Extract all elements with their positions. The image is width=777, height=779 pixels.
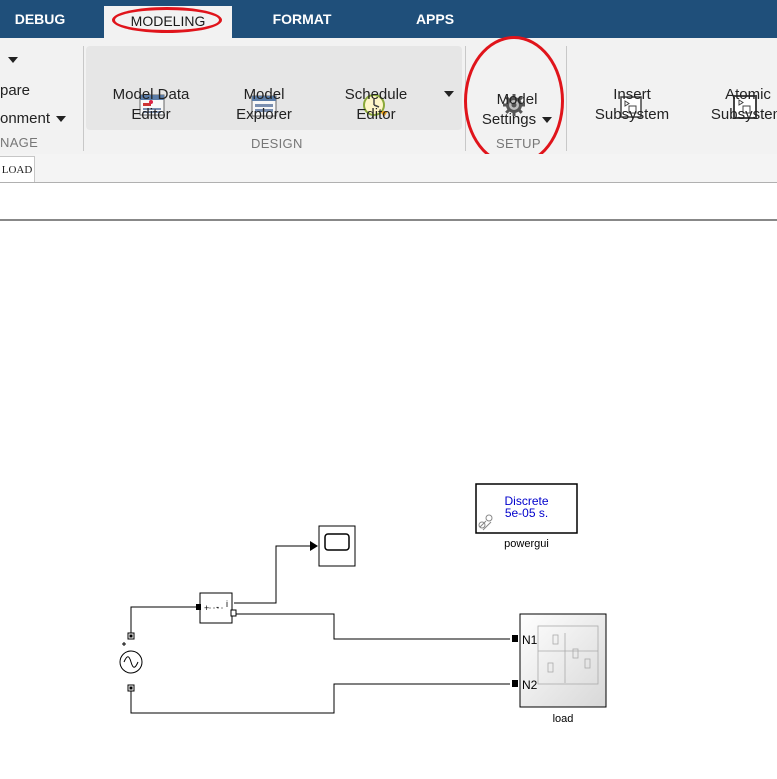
measurement-minus-label: -	[216, 602, 219, 612]
model-diagram	[119, 483, 607, 714]
model-settings-highlight	[464, 36, 564, 166]
load-name-label: load	[552, 713, 574, 725]
signal-wires	[130, 545, 510, 714]
load-subsystem-block[interactable]	[512, 613, 607, 708]
arrow-head-icon	[310, 541, 318, 551]
manage-caret-icon[interactable]	[8, 50, 18, 70]
insert-subsystem-label-1: Insert	[613, 86, 651, 103]
model-explorer-label-2: Explorer	[236, 106, 292, 123]
atomic-subsystem-label-2: Subsystem	[710, 106, 777, 123]
separator	[566, 46, 567, 151]
compare-button[interactable]: pare	[0, 81, 30, 101]
tab-debug[interactable]: DEBUG	[10, 0, 70, 38]
model-canvas[interactable]: + - i Discrete 5e-05 s. powergui N1 N2 l…	[0, 221, 777, 779]
wire-to-n1[interactable]	[234, 613, 510, 640]
atomic-subsystem-label-1: Atomic	[725, 86, 771, 103]
model-data-editor-label-2: Editor	[131, 106, 171, 123]
schedule-editor-label-2: Editor	[356, 106, 396, 123]
wire-source-top[interactable]	[130, 606, 196, 636]
scope-block[interactable]	[318, 525, 356, 567]
wire-to-scope[interactable]	[234, 545, 310, 604]
load-port-n1-label: N1	[522, 633, 538, 647]
powergui-name-label: powergui	[504, 538, 549, 550]
powergui-sample-time: 5e-05 s.	[504, 506, 549, 520]
insert-subsystem-label-2: Subsystem	[594, 106, 670, 123]
wire-to-n2[interactable]	[130, 683, 510, 714]
tab-apps[interactable]: APPS	[400, 0, 470, 38]
model-explorer-button[interactable]: Model Explorer	[218, 85, 310, 125]
model-explorer-label-1: Model	[243, 86, 285, 103]
schedule-editor-button[interactable]: Schedule Editor	[330, 85, 422, 125]
manage-group: pare onment NAGE	[0, 46, 82, 154]
model-data-editor-label-1: Model Data	[112, 86, 190, 103]
load-port-n2-label: N2	[522, 678, 538, 692]
chevron-down-icon	[444, 91, 454, 98]
separator	[83, 46, 84, 151]
ac-voltage-source-block[interactable]	[119, 632, 143, 692]
ribbon-toolbar: pare onment NAGE Model Data Editor Model…	[0, 38, 777, 154]
powergui-mode-text: Discrete 5e-05 s.	[476, 495, 577, 519]
manage-group-label: NAGE	[0, 135, 39, 150]
measurement-plus-label: +	[204, 603, 210, 613]
environment-button[interactable]: onment	[0, 109, 67, 129]
measurement-output-label: i	[226, 599, 228, 609]
modeling-tab-highlight	[112, 7, 222, 33]
chevron-down-icon	[56, 116, 67, 123]
atomic-subsystem-button[interactable]: Atomic Subsystem	[698, 85, 777, 125]
address-bar	[0, 183, 777, 221]
tab-format[interactable]: FORMAT	[262, 0, 342, 38]
environment-label: onment	[0, 110, 51, 127]
model-data-editor-button[interactable]: Model Data Editor	[101, 85, 201, 125]
insert-subsystem-button[interactable]: Insert Subsystem	[586, 85, 678, 125]
design-group-label: DESIGN	[251, 136, 303, 151]
breadcrumb-bar	[0, 154, 777, 183]
schedule-editor-label-1: Schedule	[344, 86, 408, 103]
design-gallery-expand-button[interactable]	[444, 84, 454, 104]
breadcrumb-tab-load[interactable]: LOAD	[0, 156, 35, 182]
